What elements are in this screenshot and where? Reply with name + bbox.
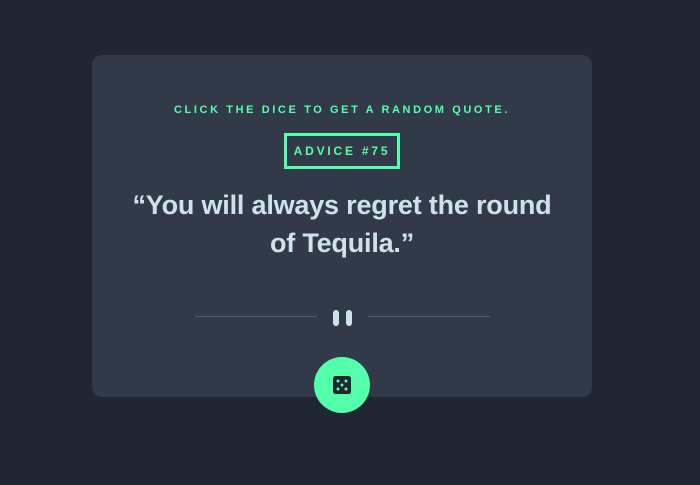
pattern-divider	[195, 308, 490, 326]
advice-card: CLICK THE DICE TO GET A RANDOM QUOTE. AD…	[92, 55, 592, 397]
advice-number-label: ADVICE #75	[293, 144, 391, 158]
advice-number-badge: ADVICE #75	[284, 133, 400, 169]
divider-line-right	[368, 316, 490, 317]
dice-hint: CLICK THE DICE TO GET A RANDOM QUOTE.	[174, 104, 510, 116]
advice-quote: “You will always regret the round of Teq…	[132, 190, 552, 258]
divider-line-left	[195, 316, 317, 317]
dice-button[interactable]	[314, 357, 370, 413]
pause-icon	[333, 310, 339, 326]
dice-icon	[333, 376, 351, 394]
pause-icon-bar	[346, 310, 352, 326]
